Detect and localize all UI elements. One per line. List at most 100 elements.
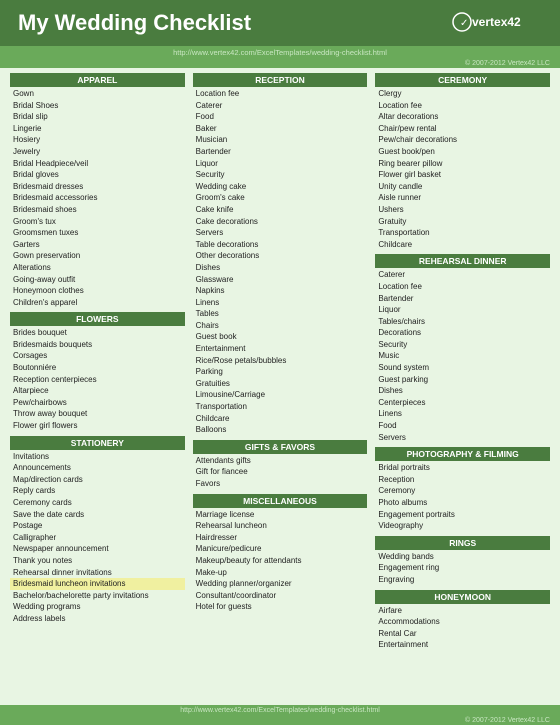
list-item: Guest book/pen	[375, 146, 550, 158]
list-item: Hairdresser	[193, 532, 368, 544]
list-item: Bridesmaid dresses	[10, 181, 185, 193]
list-item: Balloons	[193, 424, 368, 436]
section-1-3: STATIONERYInvitationsAnnouncementsMap/di…	[10, 436, 185, 625]
list-item: Throw away bouquet	[10, 408, 185, 420]
footer-url: http://www.vertex42.com/ExcelTemplates/w…	[0, 705, 560, 716]
list-item: Linens	[193, 297, 368, 309]
list-item: Other decorations	[193, 250, 368, 262]
list-item: Children's apparel	[10, 297, 185, 309]
list-item: Cake knife	[193, 204, 368, 216]
list-item: Groom's tux	[10, 216, 185, 228]
section-header-2-3: MISCELLANEOUS	[193, 494, 368, 508]
list-item: Sound system	[375, 362, 550, 374]
list-item: Guest book	[193, 331, 368, 343]
list-item: Ushers	[375, 204, 550, 216]
list-item: Location fee	[375, 100, 550, 112]
list-item: Map/direction cards	[10, 474, 185, 486]
list-item: Liquor	[193, 158, 368, 170]
list-item: Marriage license	[193, 509, 368, 521]
list-item: Engagement ring	[375, 562, 550, 574]
list-item: Security	[375, 339, 550, 351]
list-item: Jewelry	[10, 146, 185, 158]
list-item: Caterer	[375, 269, 550, 281]
list-item: Servers	[375, 432, 550, 444]
column-2: RECEPTIONLocation feeCatererFoodBakerMus…	[189, 73, 372, 700]
list-item: Transportation	[375, 227, 550, 239]
list-item: Groom's cake	[193, 192, 368, 204]
list-item: Videography	[375, 520, 550, 532]
list-item: Liquor	[375, 304, 550, 316]
list-item: Make-up	[193, 567, 368, 579]
footer-copyright: © 2007-2012 Vertex42 LLC	[0, 716, 560, 725]
list-item: Favors	[193, 478, 368, 490]
list-item: Musician	[193, 134, 368, 146]
list-item: Reception	[375, 474, 550, 486]
list-item: Bridal slip	[10, 111, 185, 123]
list-item: Flower girl flowers	[10, 420, 185, 432]
list-item: Bridal Headpiece/veil	[10, 158, 185, 170]
list-item: Location fee	[375, 281, 550, 293]
list-item: Bartender	[375, 293, 550, 305]
list-item: Gratuities	[193, 378, 368, 390]
list-item: Tables/chairs	[375, 316, 550, 328]
list-item: Wedding cake	[193, 181, 368, 193]
list-item: Bridesmaid shoes	[10, 204, 185, 216]
list-item: Hosiery	[10, 134, 185, 146]
list-item: Corsages	[10, 350, 185, 362]
section-3-1: CEREMONYClergyLocation feeAltar decorati…	[375, 73, 550, 250]
list-item: Dishes	[193, 262, 368, 274]
list-item: Accommodations	[375, 616, 550, 628]
list-item: Rehearsal luncheon	[193, 520, 368, 532]
section-header-3-3: PHOTOGRAPHY & FILMING	[375, 447, 550, 461]
list-item: Reply cards	[10, 485, 185, 497]
list-item: Groomsmen tuxes	[10, 227, 185, 239]
header-logo: vertex42 ✓	[452, 11, 542, 36]
list-item: Bartender	[193, 146, 368, 158]
list-item: Thank you notes	[10, 555, 185, 567]
list-item: Wedding planner/organizer	[193, 578, 368, 590]
list-item: Unity candle	[375, 181, 550, 193]
list-item: Aisle runner	[375, 192, 550, 204]
section-header-3-1: CEREMONY	[375, 73, 550, 87]
section-3-5: HONEYMOONAirfareAccommodationsRental Car…	[375, 590, 550, 651]
column-1: APPARELGownBridal ShoesBridal slipLinger…	[6, 73, 189, 700]
list-item: Glassware	[193, 274, 368, 286]
section-2-3: MISCELLANEOUSMarriage licenseRehearsal l…	[193, 494, 368, 613]
list-item: Childcare	[375, 239, 550, 251]
list-item: Rice/Rose petals/bubbles	[193, 355, 368, 367]
list-item: Pew/chairbows	[10, 397, 185, 409]
list-item: Clergy	[375, 88, 550, 100]
list-item: Limousine/Carriage	[193, 389, 368, 401]
list-item: Gown	[10, 88, 185, 100]
list-item: Bridal Shoes	[10, 100, 185, 112]
list-item: Flower girl basket	[375, 169, 550, 181]
list-item: Gown preservation	[10, 250, 185, 262]
list-item: Ceremony cards	[10, 497, 185, 509]
list-item: Guest parking	[375, 374, 550, 386]
column-3: CEREMONYClergyLocation feeAltar decorati…	[371, 73, 554, 700]
section-3-2: REHEARSAL DINNERCatererLocation feeBarte…	[375, 254, 550, 443]
list-item: Photo albums	[375, 497, 550, 509]
list-item: Airfare	[375, 605, 550, 617]
svg-text:vertex42: vertex42	[472, 15, 521, 29]
page-title: My Wedding Checklist	[18, 10, 251, 36]
section-header-3-4: RINGS	[375, 536, 550, 550]
list-item: Wedding programs	[10, 601, 185, 613]
list-item: Chairs	[193, 320, 368, 332]
list-item: Location fee	[193, 88, 368, 100]
list-item: Food	[193, 111, 368, 123]
list-item: Childcare	[193, 413, 368, 425]
vertex42-logo-icon: vertex42 ✓	[452, 11, 542, 33]
svg-text:✓: ✓	[460, 18, 468, 29]
list-item: Chair/pew rental	[375, 123, 550, 135]
section-2-1: RECEPTIONLocation feeCatererFoodBakerMus…	[193, 73, 368, 436]
list-item: Attendants gifts	[193, 455, 368, 467]
list-item: Lingerie	[10, 123, 185, 135]
list-item: Napkins	[193, 285, 368, 297]
list-item: Ceremony	[375, 485, 550, 497]
list-item: Bridesmaids bouquets	[10, 339, 185, 351]
list-item: Makeup/beauty for attendants	[193, 555, 368, 567]
list-item: Altarpiece	[10, 385, 185, 397]
list-item: Linens	[375, 408, 550, 420]
list-item: Transportation	[193, 401, 368, 413]
